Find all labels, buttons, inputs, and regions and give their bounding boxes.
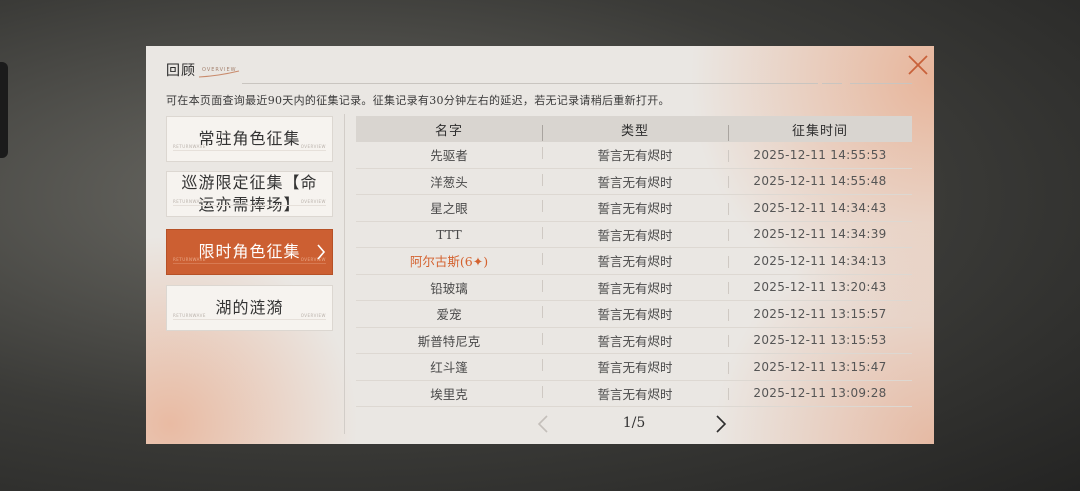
cell-name: 爱宠 [436,307,462,323]
table-row: 星之眼 誓言无有烬时 2025-12-11 14:34:43 [356,195,912,222]
tab-label: 湖的涟漪 [215,298,284,317]
recruit-records-table: 名字 类型 征集时间 先驱者 誓言无有烬时 2025-12-11 14:55:5… [356,116,912,407]
cell-name: 先驱者 [430,148,468,164]
cell-time: 2025-12-11 13:20:43 [728,280,912,295]
cell-type: 誓言无有烬时 [542,278,728,297]
column-header-name: 名字 [434,123,463,139]
page-indicator: 1/5 [622,415,646,431]
gacha-history-panel: 回顾 OVERVIEW 可在本页面查询最近90天内的征集记录。征集记录有30分钟… [146,46,934,444]
table-header: 名字 类型 征集时间 [356,116,912,142]
cell-type: 誓言无有烬时 [542,251,728,270]
cell-time: 2025-12-11 14:55:48 [728,174,912,189]
cell-name: 埃里克 [430,386,468,402]
pagination: 1/5 [536,410,736,438]
table-row: 铅玻璃 誓言无有烬时 2025-12-11 13:20:43 [356,275,912,301]
tab-deco-text: RETURNWAVE [173,144,206,149]
tab-deco-text: OVERVIEW [300,144,326,149]
panel-title: 回顾 [166,63,196,79]
cell-name: 星之眼 [430,201,468,217]
cell-time: 2025-12-11 13:09:28 [728,386,912,401]
cell-type: 誓言无有烬时 [542,198,728,217]
cell-time: 2025-12-11 13:15:53 [728,333,912,348]
header-divider [242,83,818,84]
cell-name: TTT [436,226,462,242]
cell-type: 誓言无有烬时 [542,225,728,244]
table-row: 斯普特尼克 誓言无有烬时 2025-12-11 13:15:53 [356,328,912,354]
screen-edge-handle [0,62,8,158]
tab-label: 限时角色征集 [198,242,301,261]
tab-deco-text: OVERVIEW [300,313,326,318]
title-swoosh-decoration [198,70,240,78]
cell-type: 誓言无有烬时 [542,172,728,191]
sidebar-divider [344,114,345,434]
record-notice: 可在本页面查询最近90天内的征集记录。征集记录有30分钟左右的延迟，若无记录请稍… [166,94,670,107]
cell-name: 斯普特尼克 [417,333,481,349]
cell-time: 2025-12-11 14:34:43 [728,201,912,215]
cell-type: 誓言无有烬时 [542,384,728,403]
tab-deco-text: OVERVIEW [300,199,326,204]
cell-time: 2025-12-11 13:15:57 [728,307,912,321]
tab-deco-text: RETURNWAVE [173,313,206,318]
cell-type: 誓言无有烬时 [542,357,728,376]
cell-type: 誓言无有烬时 [542,304,728,323]
chevron-right-icon [317,244,326,260]
table-row: TTT 誓言无有烬时 2025-12-11 14:34:39 [356,222,912,248]
cell-type: 誓言无有烬时 [542,145,728,164]
cell-time: 2025-12-11 14:34:13 [728,254,912,268]
header-divider-segment [850,83,912,84]
cell-name: 铅玻璃 [430,280,468,296]
chevron-left-icon[interactable] [536,414,550,434]
chevron-right-icon[interactable] [714,414,728,434]
table-row: 洋葱头 誓言无有烬时 2025-12-11 14:55:48 [356,169,912,195]
table-row: 阿尔古斯(6✦) 誓言无有烬时 2025-12-11 14:34:13 [356,248,912,275]
tab-label: 常驻角色征集 [198,129,301,148]
cell-time: 2025-12-11 14:55:53 [728,148,912,162]
tab-lake-ripples[interactable]: 湖的涟漪 RETURNWAVE OVERVIEW [166,285,333,331]
cell-time: 2025-12-11 14:34:39 [728,227,912,242]
tab-standard-recruit[interactable]: 常驻角色征集 RETURNWAVE OVERVIEW [166,116,333,162]
cell-name: 红斗篷 [430,360,468,376]
cell-name: 洋葱头 [430,174,468,190]
cell-type: 誓言无有烬时 [542,331,728,350]
tab-deco-text: RETURNWAVE [173,199,206,204]
cell-name-highlight: 阿尔古斯(6✦) [409,254,489,270]
tab-limited-character-recruit[interactable]: 限时角色征集 RETURNWAVE OVERVIEW [166,229,333,275]
column-header-type: 类型 [542,120,728,141]
table-row: 埃里克 誓言无有烬时 2025-12-11 13:09:28 [356,381,912,407]
table-row: 先驱者 誓言无有烬时 2025-12-11 14:55:53 [356,142,912,169]
header-divider-segment [822,83,842,84]
cell-time: 2025-12-11 13:15:47 [728,360,912,374]
tab-deco-text: RETURNWAVE [173,257,206,262]
close-icon[interactable] [904,51,932,79]
tab-tour-limited-recruit[interactable]: 巡游限定征集【命运亦需捧场】 RETURNWAVE OVERVIEW [166,171,333,217]
table-row: 红斗篷 誓言无有烬时 2025-12-11 13:15:47 [356,354,912,381]
table-row: 爱宠 誓言无有烬时 2025-12-11 13:15:57 [356,301,912,328]
column-header-time: 征集时间 [728,120,912,141]
